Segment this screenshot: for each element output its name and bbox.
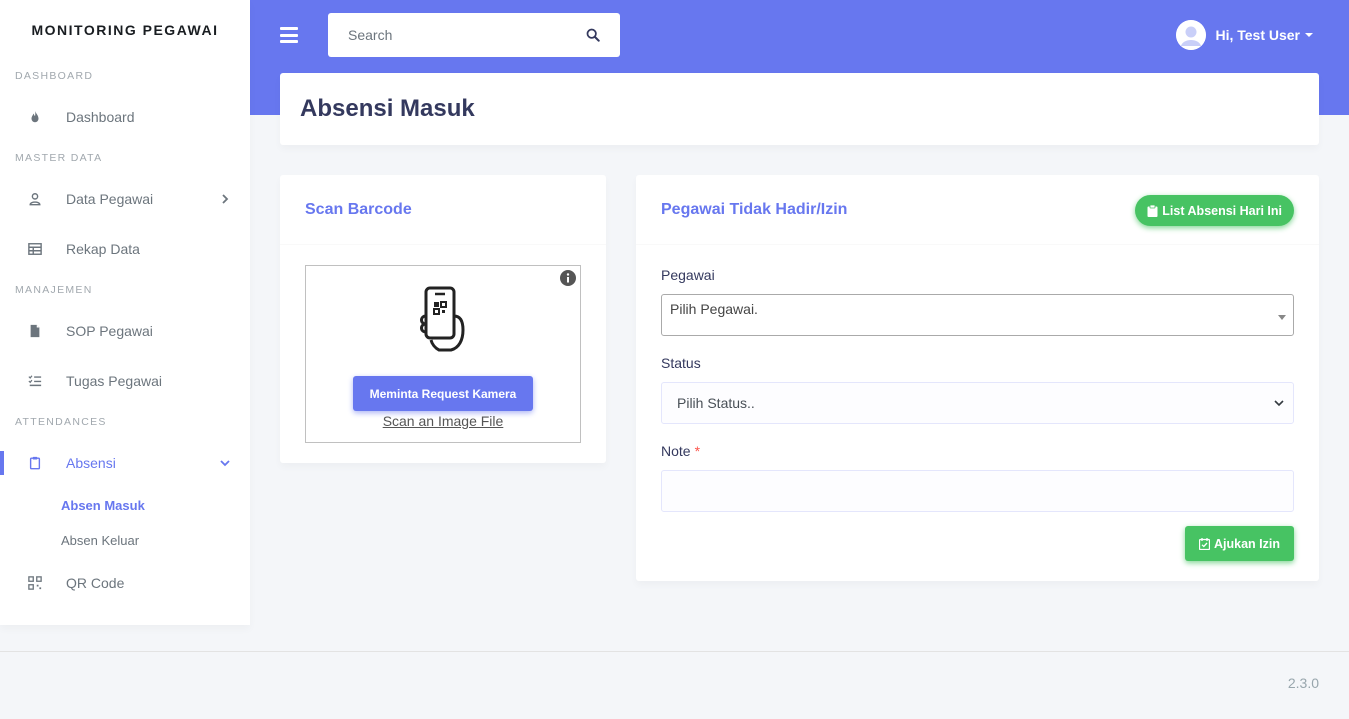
sidebar-item-label: QR Code xyxy=(66,575,125,591)
status-select[interactable]: Pilih Status.. xyxy=(661,382,1294,424)
ajukan-izin-button[interactable]: Ajukan Izin xyxy=(1185,526,1294,561)
version-label: 2.3.0 xyxy=(1287,675,1319,691)
card-title: Scan Barcode xyxy=(305,200,412,218)
sidebar: MONITORING PEGAWAI DASHBOARD Dashboard M… xyxy=(0,0,250,625)
required-mark: * xyxy=(694,443,701,459)
pegawai-label: Pegawai xyxy=(661,267,715,283)
sidebar-item-label: Dashboard xyxy=(66,109,135,125)
sidebar-item-label: Absensi xyxy=(66,455,116,471)
calendar-check-icon xyxy=(1199,537,1211,550)
chevron-down-icon xyxy=(220,460,230,467)
sidebar-item-data-pegawai[interactable]: Data Pegawai xyxy=(0,174,250,224)
list-absensi-label: List Absensi Hari Ini xyxy=(1162,203,1282,218)
note-label-row: Note * xyxy=(661,441,1294,461)
menu-header-master-data: MASTER DATA xyxy=(15,152,103,164)
note-label: Note xyxy=(661,443,691,459)
navbar: Hi, Test User xyxy=(250,0,1349,70)
form-body: Pegawai Pilih Pegawai. Status Pilih Stat… xyxy=(661,265,1294,512)
scan-barcode-card: Scan Barcode Meminta Request Kamera Scan… xyxy=(280,175,606,463)
menu-header-manajemen: MANAJEMEN xyxy=(15,284,93,296)
tasks-icon xyxy=(27,373,43,389)
dropdown-arrow-icon xyxy=(1278,315,1286,320)
ajukan-izin-label: Ajukan Izin xyxy=(1214,536,1280,551)
page-title: Absensi Masuk xyxy=(300,95,475,122)
absence-form-card: Pegawai Tidak Hadir/Izin List Absensi Ha… xyxy=(636,175,1319,581)
qr-reader: Meminta Request Kamera Scan an Image Fil… xyxy=(305,265,581,443)
sidebar-item-rekap-data[interactable]: Rekap Data xyxy=(0,224,250,274)
sidebar-item-label: Tugas Pegawai xyxy=(66,373,162,389)
list-absensi-button[interactable]: List Absensi Hari Ini xyxy=(1135,195,1294,226)
card-title: Pegawai Tidak Hadir/Izin xyxy=(661,200,848,218)
search-input[interactable] xyxy=(348,27,586,43)
phone-scan-icon xyxy=(420,286,465,352)
section-header: Absensi Masuk xyxy=(280,73,1319,145)
request-camera-button[interactable]: Meminta Request Kamera xyxy=(353,376,533,411)
sidebar-item-qr-code[interactable]: QR Code xyxy=(0,558,250,608)
clipboard-icon xyxy=(1147,204,1158,217)
chevron-down-icon xyxy=(1274,400,1284,407)
sidebar-item-label: Data Pegawai xyxy=(66,191,154,207)
sidebar-item-sop-pegawai[interactable]: SOP Pegawai xyxy=(0,306,250,356)
sidebar-item-label: Rekap Data xyxy=(66,241,140,257)
user-greeting: Hi, Test User xyxy=(1215,27,1300,43)
user-dropdown[interactable]: Hi, Test User xyxy=(1176,20,1313,50)
fire-icon xyxy=(27,109,43,125)
sidebar-subitem-absen-keluar[interactable]: Absen Keluar xyxy=(0,523,250,558)
status-label: Status xyxy=(661,355,701,371)
qrcode-icon xyxy=(27,575,43,591)
info-icon[interactable] xyxy=(560,270,576,286)
sidebar-item-label: SOP Pegawai xyxy=(66,323,153,339)
user-icon xyxy=(27,191,43,207)
hamburger-menu-icon[interactable] xyxy=(280,27,298,43)
status-select-value: Pilih Status.. xyxy=(677,395,755,411)
pegawai-select-value: Pilih Pegawai. xyxy=(670,301,758,317)
sidebar-item-dashboard[interactable]: Dashboard xyxy=(0,92,250,142)
sidebar-subitem-absen-masuk[interactable]: Absen Masuk xyxy=(0,488,250,523)
pegawai-select[interactable]: Pilih Pegawai. xyxy=(661,294,1294,336)
sidebar-item-absensi[interactable]: Absensi xyxy=(0,438,250,488)
search-box xyxy=(328,13,620,57)
footer: 2.3.0 xyxy=(0,651,1349,719)
sidebar-item-tugas-pegawai[interactable]: Tugas Pegawai xyxy=(0,356,250,406)
table-icon xyxy=(27,241,43,257)
file-icon xyxy=(27,323,43,339)
card-header: Scan Barcode xyxy=(280,175,606,245)
caret-down-icon xyxy=(1305,33,1313,37)
brand-title[interactable]: MONITORING PEGAWAI xyxy=(0,0,250,60)
menu-header-attendances: ATTENDANCES xyxy=(15,416,107,428)
chevron-right-icon xyxy=(222,194,229,204)
search-icon[interactable] xyxy=(586,28,600,42)
avatar xyxy=(1176,20,1207,50)
note-input[interactable] xyxy=(661,470,1294,512)
clipboard-icon xyxy=(27,455,43,471)
menu-header-dashboard: DASHBOARD xyxy=(15,70,94,82)
scan-image-file-link[interactable]: Scan an Image File xyxy=(306,413,580,429)
